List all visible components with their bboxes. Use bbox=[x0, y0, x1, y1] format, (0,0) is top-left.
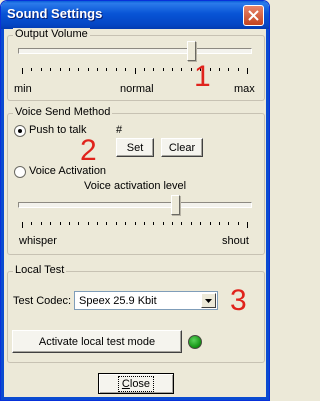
whisper-label: whisper bbox=[19, 235, 57, 247]
voice-activation-ticks bbox=[22, 222, 248, 228]
tick-mark bbox=[163, 68, 164, 71]
tick-mark bbox=[144, 222, 145, 225]
tick-mark bbox=[97, 68, 98, 71]
tick-mark bbox=[78, 68, 79, 71]
output-volume-ticks bbox=[22, 68, 248, 74]
tick-mark bbox=[153, 68, 154, 71]
tick-mark bbox=[50, 68, 51, 71]
window-frame-bottom bbox=[1, 397, 269, 400]
tick-mark bbox=[41, 222, 42, 225]
voice-send-method-label: Voice Send Method bbox=[13, 106, 113, 118]
tick-mark bbox=[125, 222, 126, 225]
title-bar[interactable]: Sound Settings bbox=[1, 1, 269, 29]
tick-mark bbox=[238, 68, 239, 71]
sound-settings-window: Sound Settings Output Volume min normal … bbox=[0, 0, 270, 401]
tick-mark bbox=[210, 222, 211, 225]
tick-mark bbox=[116, 68, 117, 71]
status-led-icon bbox=[188, 335, 202, 349]
tick-mark bbox=[41, 68, 42, 71]
tick-mark bbox=[247, 222, 248, 228]
dropdown-arrow[interactable] bbox=[201, 293, 216, 308]
close-label-rest: lose bbox=[129, 377, 151, 390]
local-test-label: Local Test bbox=[13, 264, 67, 276]
tick-mark bbox=[31, 68, 32, 71]
tick-mark bbox=[219, 222, 220, 225]
tick-mark bbox=[88, 68, 89, 71]
tick-mark bbox=[22, 68, 23, 74]
close-window-button[interactable] bbox=[243, 5, 264, 26]
close-mnemonic: C bbox=[121, 377, 130, 390]
window-frame-right bbox=[266, 29, 269, 400]
tick-mark bbox=[125, 68, 126, 71]
tick-mark bbox=[144, 68, 145, 71]
test-codec-value: Speex 25.9 Kbit bbox=[79, 295, 157, 307]
chevron-down-icon bbox=[205, 298, 212, 303]
tick-mark bbox=[153, 222, 154, 225]
tick-mark bbox=[163, 222, 164, 225]
volume-normal-label: normal bbox=[120, 83, 154, 95]
tick-mark bbox=[228, 222, 229, 225]
voice-activation-label: Voice Activation bbox=[29, 165, 107, 177]
tick-mark bbox=[69, 222, 70, 225]
activate-local-test-button[interactable]: Activate local test mode bbox=[12, 330, 182, 353]
shout-label: shout bbox=[222, 235, 249, 247]
tick-mark bbox=[191, 222, 192, 225]
tick-mark bbox=[97, 222, 98, 225]
clear-hotkey-button[interactable]: Clear bbox=[161, 138, 203, 157]
tick-mark bbox=[69, 68, 70, 71]
tick-mark bbox=[78, 222, 79, 225]
close-icon bbox=[248, 10, 259, 21]
tick-mark bbox=[60, 222, 61, 225]
tick-mark bbox=[181, 68, 182, 71]
voice-activation-level-label: Voice activation level bbox=[84, 180, 187, 192]
tick-mark bbox=[181, 222, 182, 225]
close-button-label: Close bbox=[117, 375, 155, 392]
push-to-talk-radio[interactable] bbox=[14, 125, 26, 137]
tick-mark bbox=[22, 222, 23, 228]
tick-mark bbox=[238, 222, 239, 225]
tick-mark bbox=[31, 222, 32, 225]
annotation-number-1: 1 bbox=[194, 60, 211, 93]
output-volume-track[interactable] bbox=[18, 48, 252, 54]
close-button[interactable]: Close bbox=[98, 373, 174, 394]
tick-mark bbox=[135, 68, 136, 74]
volume-max-label: max bbox=[234, 83, 255, 95]
voice-send-method-group: Voice Send Method Push to talk # Set Cle… bbox=[7, 106, 265, 255]
tick-mark bbox=[172, 68, 173, 71]
tick-mark bbox=[60, 68, 61, 71]
tick-mark bbox=[200, 222, 201, 225]
volume-min-label: min bbox=[14, 83, 32, 95]
tick-mark bbox=[228, 68, 229, 71]
output-volume-label: Output Volume bbox=[13, 28, 90, 40]
push-to-talk-label: Push to talk bbox=[29, 124, 87, 136]
annotation-number-2: 2 bbox=[80, 134, 97, 167]
tick-mark bbox=[172, 222, 173, 225]
test-codec-label: Test Codec: bbox=[13, 295, 72, 307]
output-volume-slider-thumb[interactable] bbox=[187, 41, 196, 61]
tick-mark bbox=[135, 222, 136, 225]
window-title: Sound Settings bbox=[7, 6, 103, 21]
hotkey-display: # bbox=[116, 124, 123, 136]
voice-activation-radio[interactable] bbox=[14, 166, 26, 178]
tick-mark bbox=[50, 222, 51, 225]
voice-activation-track[interactable] bbox=[18, 202, 252, 208]
tick-mark bbox=[191, 68, 192, 71]
tick-mark bbox=[88, 222, 89, 225]
annotation-number-3: 3 bbox=[230, 284, 247, 317]
test-codec-select[interactable]: Speex 25.9 Kbit bbox=[74, 291, 218, 310]
local-test-group: Local Test Test Codec: Speex 25.9 Kbit 3… bbox=[7, 264, 265, 363]
tick-mark bbox=[106, 222, 107, 225]
tick-mark bbox=[219, 68, 220, 71]
window-frame-left bbox=[1, 29, 4, 400]
voice-activation-slider-thumb[interactable] bbox=[171, 195, 180, 215]
output-volume-group: Output Volume min normal max 1 bbox=[7, 28, 265, 101]
tick-mark bbox=[116, 222, 117, 225]
tick-mark bbox=[106, 68, 107, 71]
set-hotkey-button[interactable]: Set bbox=[116, 138, 154, 157]
tick-mark bbox=[247, 68, 248, 74]
